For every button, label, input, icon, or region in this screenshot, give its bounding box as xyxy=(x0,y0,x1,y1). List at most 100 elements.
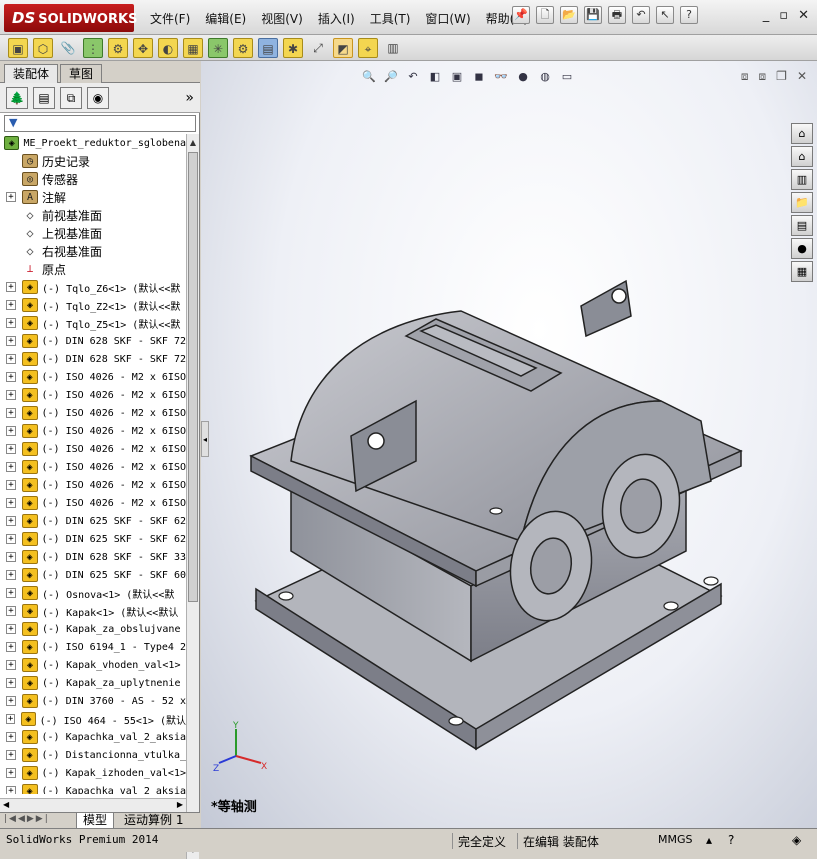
tree-item[interactable]: + ◈ (-) DIN 628 SKF - SKF 33 xyxy=(0,548,186,566)
expand-icon[interactable]: + xyxy=(6,660,16,670)
tree-item[interactable]: + ◈ (-) DIN 625 SKF - SKF 62 xyxy=(0,530,186,548)
tree-item[interactable]: + ◈ (-) ISO 464 - 55<1> (默认 xyxy=(0,710,186,728)
expand-icon[interactable]: + xyxy=(6,462,16,472)
tab-nav-buttons[interactable]: |◀◀▶▶| xyxy=(4,814,50,824)
menu-item[interactable]: 视图(V) xyxy=(261,10,303,27)
expand-icon[interactable]: + xyxy=(6,552,16,562)
tree-item[interactable]: ◎ 传感器 xyxy=(0,170,186,188)
tree-item[interactable]: + ◈ (-) ISO 4026 - M2 x 6ISO xyxy=(0,458,186,476)
expand-icon[interactable]: + xyxy=(6,426,16,436)
home-icon[interactable]: ⌂ xyxy=(791,146,813,167)
tree-filter[interactable]: ▼ xyxy=(4,115,196,132)
tree-item[interactable]: + ◈ (-) Distancionna_vtulka_ xyxy=(0,746,186,764)
expand-icon[interactable]: + xyxy=(6,642,16,652)
tree-item[interactable]: + ◈ (-) Kapachka_val_2_aksia xyxy=(0,782,186,794)
new-motion-study-icon[interactable]: ⚙ xyxy=(233,37,253,58)
tree-item[interactable]: + ◈ (-) ISO 4026 - M2 x 6ISO xyxy=(0,494,186,512)
solidworks-resources-icon[interactable]: ⌂ xyxy=(791,123,813,144)
expand-icon[interactable]: + xyxy=(6,282,16,292)
menu-item[interactable]: 窗口(W) xyxy=(425,10,470,27)
tree-item[interactable]: + ◈ (-) DIN 625 SKF - SKF 62 xyxy=(0,512,186,530)
tree-item[interactable]: ◷ 历史记录 xyxy=(0,152,186,170)
tree-item[interactable]: + ◈ (-) Kapachka_val_2_aksia xyxy=(0,728,186,746)
expand-icon[interactable]: + xyxy=(6,588,16,598)
tree-item[interactable]: ◇ 右视基准面 xyxy=(0,242,186,260)
tree-root[interactable]: ◈ ME_Proekt_reduktor_sglobena xyxy=(0,134,186,152)
expand-icon[interactable]: + xyxy=(6,408,16,418)
solidworks-logo[interactable]: DS SOLIDWORKS xyxy=(4,4,137,32)
tree-item[interactable]: + ◈ (-) Tqlo_Z2<1> (默认<<默 xyxy=(0,296,186,314)
reference-geometry-icon[interactable]: ✳ xyxy=(208,37,228,58)
interference-detection-icon[interactable]: ◩ xyxy=(333,37,353,58)
expand-icon[interactable]: + xyxy=(6,570,16,580)
tree-item[interactable]: + ◈ (-) ISO 6194_1 - Type4 2 xyxy=(0,638,186,656)
scroll-left-icon[interactable]: ◀ xyxy=(3,800,9,809)
tab-sketch[interactable]: 草图 xyxy=(60,64,103,83)
expand-icon[interactable]: + xyxy=(6,444,16,454)
mate-icon[interactable]: 📎 xyxy=(58,38,78,58)
configuration-manager-icon[interactable]: ⧉ xyxy=(60,86,82,109)
property-manager-icon[interactable]: ▤ xyxy=(33,86,55,109)
menu-item[interactable]: 文件(F) xyxy=(150,10,190,27)
expand-icon[interactable]: + xyxy=(6,354,16,364)
restore-icon[interactable]: ▫ xyxy=(779,8,788,23)
apply-scene-icon[interactable]: ◍ xyxy=(537,69,553,85)
toolbar-options-icon[interactable]: ▥ xyxy=(383,38,403,58)
tab-motion-study[interactable]: 运动算例 1 xyxy=(120,813,187,828)
close-view-icon[interactable]: ✕ xyxy=(797,69,807,84)
expand-icon[interactable]: + xyxy=(6,300,16,310)
tree-item[interactable]: + ◈ (-) Tqlo_Z5<1> (默认<<默 xyxy=(0,314,186,332)
expand-icon[interactable]: + xyxy=(6,516,16,526)
tree-vertical-scrollbar[interactable]: ▲ ▼ xyxy=(186,134,199,859)
tree-item[interactable]: + ◈ (-) ISO 4026 - M2 x 6ISO xyxy=(0,476,186,494)
rebuild-icon[interactable]: ? xyxy=(728,833,734,847)
tag-icon[interactable]: ◈ xyxy=(792,833,801,847)
select-icon[interactable]: ↖ xyxy=(656,6,674,24)
save-icon[interactable]: 💾 xyxy=(584,6,602,24)
units-status[interactable]: MMGS xyxy=(658,833,693,846)
expand-icon[interactable]: + xyxy=(6,624,16,634)
print-icon[interactable]: 🖶 xyxy=(608,6,626,24)
expand-icon[interactable]: + xyxy=(6,732,16,742)
expand-icon[interactable]: + xyxy=(6,534,16,544)
expand-chevron-icon[interactable]: » xyxy=(185,90,194,106)
design-library-icon[interactable]: ▥ xyxy=(791,169,813,190)
menu-item[interactable]: 工具(T) xyxy=(370,10,411,27)
explode-line-sketch-icon[interactable]: ⤢ xyxy=(308,38,328,58)
units-dropdown-icon[interactable]: ▴ xyxy=(706,833,712,847)
expand-icon[interactable]: + xyxy=(6,786,16,794)
hide-show-items-icon[interactable]: 👓 xyxy=(493,69,509,85)
instant3d-icon[interactable]: ⌖ xyxy=(358,37,378,58)
tree-item[interactable]: + ◈ (-) Kapak<1> (默认<<默认 xyxy=(0,602,186,620)
expand-icon[interactable]: + xyxy=(6,390,16,400)
tree-item[interactable]: + ◈ (-) DIN 625 SKF - SKF 60 xyxy=(0,566,186,584)
expand-icon[interactable]: + xyxy=(6,318,16,328)
bill-of-materials-icon[interactable]: ▤ xyxy=(258,37,278,58)
linear-pattern-icon[interactable]: ⋮ xyxy=(83,37,103,58)
appearances-icon[interactable]: ● xyxy=(791,238,813,259)
section-view-icon[interactable]: ◧ xyxy=(427,69,443,85)
expand-icon[interactable]: + xyxy=(6,678,16,688)
hide-show-icon[interactable]: ◐ xyxy=(158,37,178,58)
expand-icon[interactable]: + xyxy=(6,714,16,724)
tree-item[interactable]: + ◈ (-) Osnova<1> (默认<<默 xyxy=(0,584,186,602)
restore-view-icon[interactable]: ❐ xyxy=(776,69,787,84)
tree-item[interactable]: + ◈ (-) ISO 4026 - M2 x 6ISO xyxy=(0,422,186,440)
tab-assembly[interactable]: 装配体 xyxy=(4,64,59,83)
file-explorer-icon[interactable]: 📁 xyxy=(791,192,813,213)
tree-horizontal-scrollbar[interactable]: ◀ ▶ xyxy=(0,798,186,812)
smart-fasteners-icon[interactable]: ⚙ xyxy=(108,37,128,58)
scroll-up-icon[interactable]: ▲ xyxy=(188,136,198,150)
new-part-icon[interactable]: ⬡ xyxy=(33,37,53,58)
expand-icon[interactable]: + xyxy=(6,336,16,346)
split-view-icon[interactable]: ⧈ xyxy=(741,69,749,84)
graphics-area[interactable]: 🔍 🔎 ↶ ◧ ▣ ◼ 👓 ● ◍ ▭ ⧈ ⧈ ❐ ✕ ◂ Y X Z *等轴测… xyxy=(201,61,817,828)
tree-item[interactable]: + ◈ (-) DIN 3760 - AS - 52 x xyxy=(0,692,186,710)
tree-item[interactable]: ◇ 上视基准面 xyxy=(0,224,186,242)
menu-item[interactable]: 插入(I) xyxy=(318,10,355,27)
expand-icon[interactable]: + xyxy=(6,192,16,202)
tree-item[interactable]: + ◈ (-) Kapak_za_uplytnenie xyxy=(0,674,186,692)
exploded-view-icon[interactable]: ✱ xyxy=(283,37,303,58)
tree-item[interactable]: + ◈ (-) Kapak_za_obslujvane xyxy=(0,620,186,638)
expand-icon[interactable]: + xyxy=(6,606,16,616)
